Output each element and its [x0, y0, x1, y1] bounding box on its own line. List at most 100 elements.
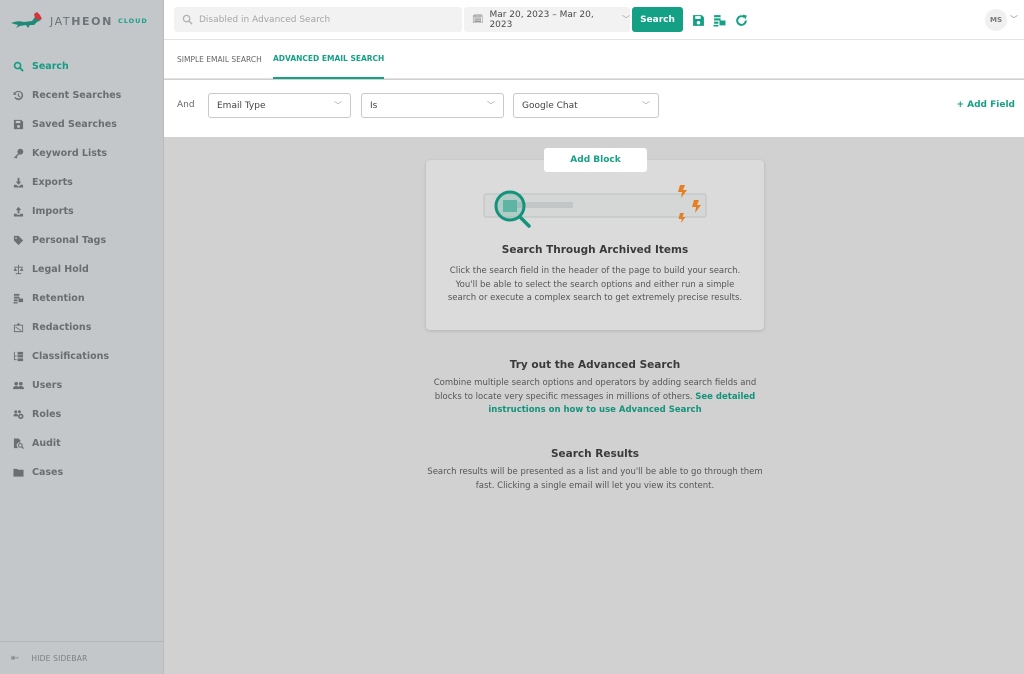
upload-icon	[12, 206, 24, 218]
scale-icon	[12, 264, 24, 276]
main-content: Add Block Search Through Archived Items …	[164, 137, 1024, 674]
add-block-button[interactable]: Add Block	[544, 148, 647, 172]
sidebar-item-label: Users	[32, 380, 63, 391]
value-select[interactable]: Google Chat ﹀	[513, 93, 659, 118]
card-description: Click the search field in the header of …	[447, 266, 743, 303]
key-icon	[12, 148, 24, 160]
save-icon	[12, 119, 24, 131]
redaction-icon	[12, 322, 24, 334]
global-search[interactable]	[174, 7, 462, 32]
search-results-description: Search results will be presented as a li…	[427, 467, 763, 491]
download-icon	[12, 177, 24, 189]
sidebar-item-retention[interactable]: Retention	[0, 284, 164, 313]
sidebar-item-label: Imports	[32, 206, 74, 217]
illustration-highlight	[503, 200, 517, 212]
sidebar-item-personal-tags[interactable]: Personal Tags	[0, 226, 164, 255]
operator-label: And	[177, 100, 195, 110]
field-select-value: Email Type	[217, 100, 266, 111]
date-range-picker[interactable]: 🗓 Mar 20, 2023 – Mar 20, 2023 ﹀	[464, 7, 630, 32]
condition-select[interactable]: Is ﹀	[361, 93, 504, 118]
classification-icon	[12, 351, 24, 363]
sidebar-item-label: Legal Hold	[32, 264, 89, 275]
header: 🗓 Mar 20, 2023 – Mar 20, 2023 ﹀ Search M…	[164, 0, 1024, 40]
advanced-search-description: Combine multiple search options and oper…	[426, 377, 764, 418]
sidebar-nav: Search Recent Searches Saved Searches Ke…	[0, 52, 164, 487]
sidebar-item-search[interactable]: Search	[0, 52, 164, 81]
sidebar-item-label: Recent Searches	[32, 90, 122, 101]
sidebar-item-label: Classifications	[32, 351, 110, 362]
sidebar-item-saved-searches[interactable]: Saved Searches	[0, 110, 164, 139]
sidebar-item-label: Roles	[32, 409, 62, 420]
sidebar-item-label: Search	[32, 61, 69, 72]
users-icon	[12, 380, 24, 392]
search-illustration	[483, 185, 707, 228]
sidebar-item-label: Cases	[32, 467, 64, 478]
retention-button[interactable]	[713, 12, 726, 27]
folder-icon	[12, 467, 24, 479]
chevron-down-icon: ﹀	[487, 101, 495, 110]
sidebar-item-legal-hold[interactable]: Legal Hold	[0, 255, 164, 284]
sidebar-item-exports[interactable]: Exports	[0, 168, 164, 197]
search-input[interactable]	[199, 14, 439, 25]
sidebar-item-users[interactable]: Users	[0, 371, 164, 400]
logo-cloud-text: CLOUD	[117, 17, 148, 25]
sidebar-item-label: Saved Searches	[32, 119, 117, 130]
hide-sidebar-button[interactable]: ⇤ HIDE SIDEBAR	[0, 641, 164, 674]
retention-icon	[713, 15, 726, 27]
refresh-button[interactable]	[735, 12, 748, 26]
search-results-section: Search Results Search results will be pr…	[426, 448, 764, 493]
sidebar-item-roles[interactable]: Roles	[0, 400, 164, 429]
filter-row: And Email Type ﹀ Is ﹀ Google Chat ﹀ + Ad…	[164, 80, 1024, 137]
sidebar-item-redactions[interactable]: Redactions	[0, 313, 164, 342]
save-search-button[interactable]	[692, 12, 705, 26]
search-button[interactable]: Search	[632, 7, 683, 32]
sidebar: JATHEON CLOUD Search Recent Searches Sav…	[0, 0, 164, 674]
magnifier-handle	[518, 215, 531, 228]
chevron-down-icon[interactable]: ﹀	[1010, 14, 1018, 25]
sidebar-item-imports[interactable]: Imports	[0, 197, 164, 226]
retention-icon	[12, 293, 24, 305]
jatheon-fox-logo-icon	[11, 12, 42, 28]
chevron-down-icon: ﹀	[642, 101, 650, 110]
sidebar-item-audit[interactable]: Audit	[0, 429, 164, 458]
tab-simple-email-search[interactable]: SIMPLE EMAIL SEARCH	[177, 40, 262, 79]
sidebar-item-label: Retention	[32, 293, 85, 304]
audit-icon	[12, 438, 24, 450]
advanced-search-section: Try out the Advanced Search Combine mult…	[426, 359, 764, 418]
value-select-value: Google Chat	[522, 100, 578, 111]
logo-text: JATHEON	[50, 14, 113, 28]
chevron-down-icon: ﹀	[334, 101, 342, 110]
chevron-down-icon: ﹀	[622, 15, 630, 24]
search-results-title: Search Results	[550, 448, 640, 460]
sidebar-item-label: Keyword Lists	[32, 148, 108, 159]
refresh-icon	[736, 14, 747, 26]
hide-sidebar-label: HIDE SIDEBAR	[31, 653, 88, 663]
logo[interactable]: JATHEON CLOUD	[10, 10, 148, 32]
date-range-value: Mar 20, 2023 – Mar 20, 2023	[489, 9, 594, 30]
card-title: Search Through Archived Items	[501, 244, 689, 256]
sidebar-item-keyword-lists[interactable]: Keyword Lists	[0, 139, 164, 168]
tag-icon	[12, 235, 24, 247]
condition-select-value: Is	[370, 100, 378, 111]
sidebar-item-label: Audit	[32, 438, 61, 449]
calendar-icon: 🗓	[472, 14, 484, 25]
collapse-left-icon: ⇤	[11, 652, 20, 664]
field-select[interactable]: Email Type ﹀	[208, 93, 351, 118]
sidebar-item-label: Redactions	[32, 322, 92, 333]
history-icon	[12, 90, 24, 102]
sidebar-item-label: Personal Tags	[32, 235, 107, 246]
search-icon	[182, 14, 193, 25]
sidebar-item-label: Exports	[32, 177, 73, 188]
roles-icon	[12, 409, 24, 421]
advanced-search-title: Try out the Advanced Search	[509, 359, 681, 371]
sidebar-item-recent-searches[interactable]: Recent Searches	[0, 81, 164, 110]
sidebar-item-classifications[interactable]: Classifications	[0, 342, 164, 371]
search-info-card: Search Through Archived Items Click the …	[426, 160, 764, 330]
add-field-button[interactable]: + Add Field	[956, 100, 1015, 110]
user-avatar[interactable]: MS	[985, 9, 1007, 31]
search-tabs: SIMPLE EMAIL SEARCH ADVANCED EMAIL SEARC…	[164, 40, 1024, 79]
save-icon	[693, 15, 704, 26]
sidebar-item-cases[interactable]: Cases	[0, 458, 164, 487]
search-icon	[12, 61, 24, 73]
tab-advanced-email-search[interactable]: ADVANCED EMAIL SEARCH	[273, 40, 385, 79]
